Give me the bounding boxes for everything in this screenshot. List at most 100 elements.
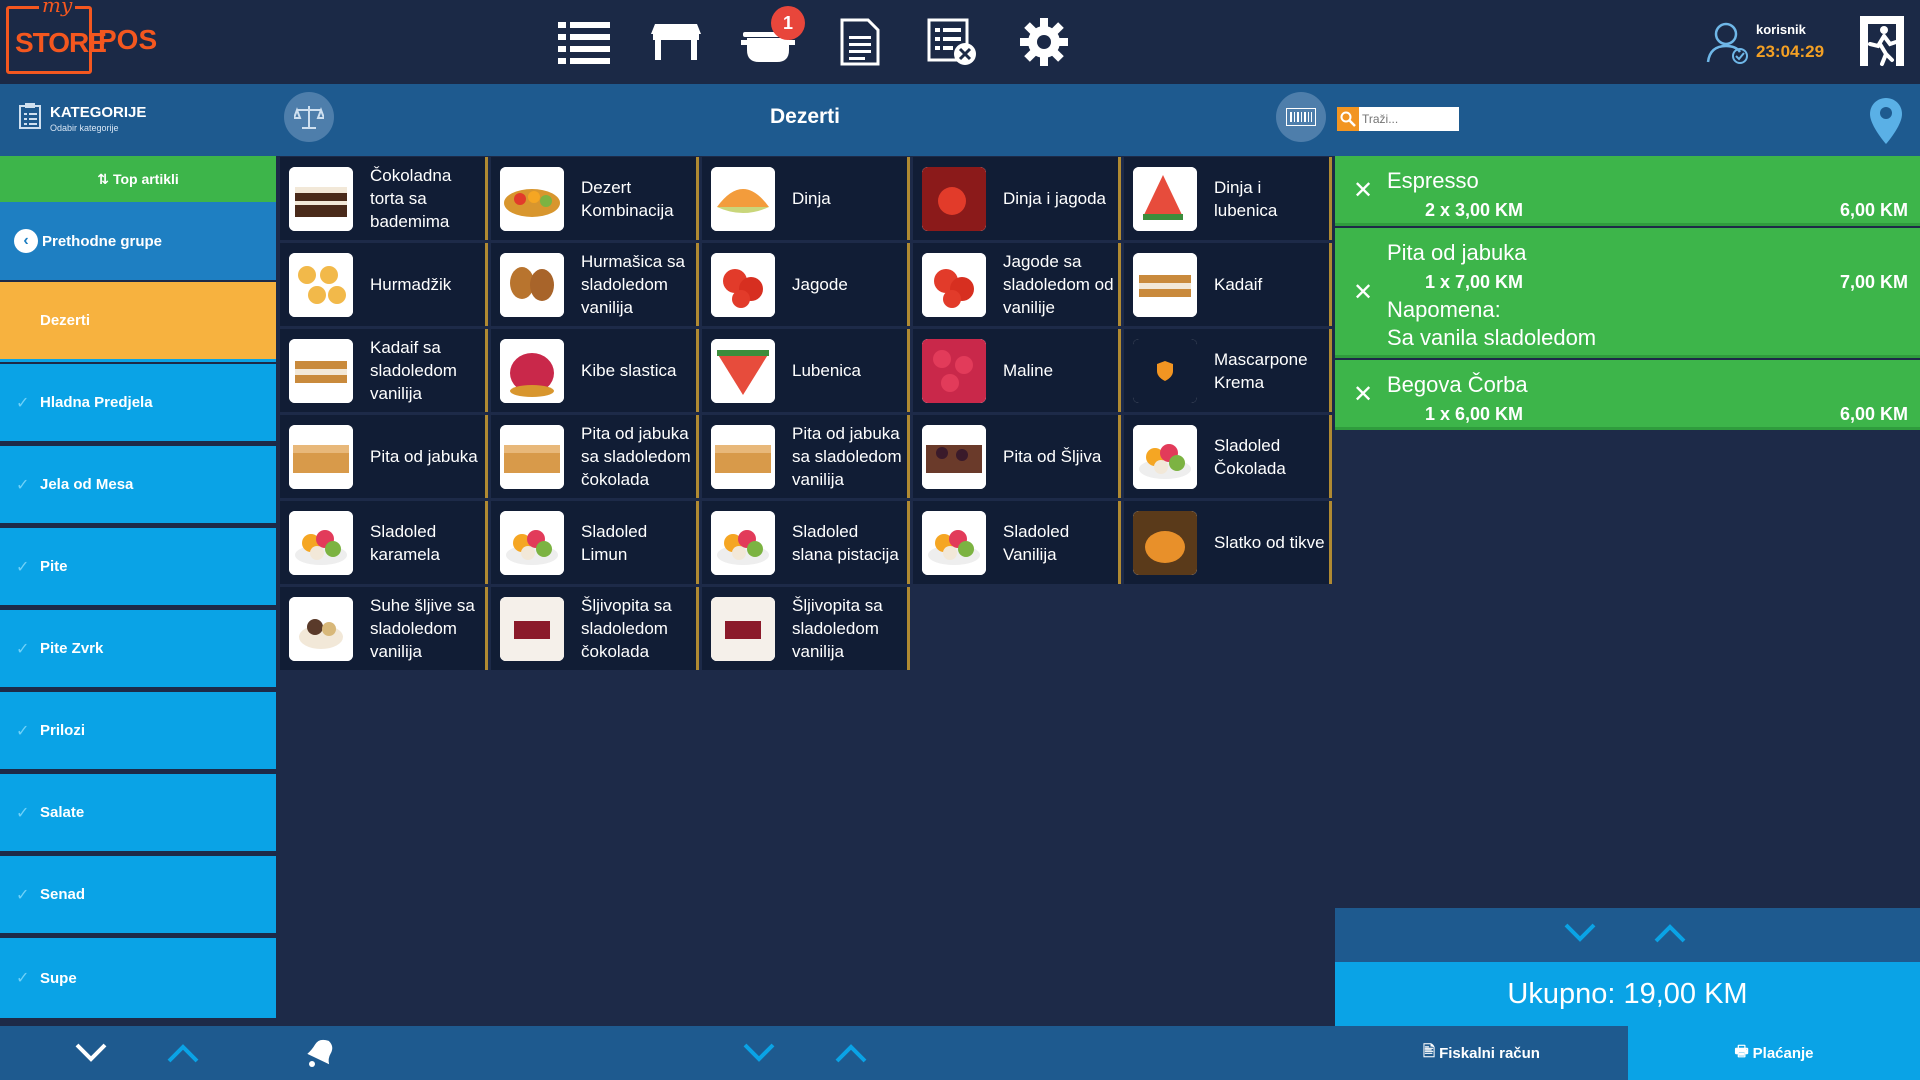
clock: 23:04:29: [1756, 42, 1825, 61]
category-supe[interactable]: ✓ Supe: [0, 938, 276, 1018]
chevron-up-icon[interactable]: [166, 1042, 200, 1069]
order-item[interactable]: ✕ Begova Čorba 1 x 6,00 KM 6,00 KM: [1335, 360, 1920, 430]
product-image: [922, 166, 986, 231]
product-tile[interactable]: Dinja: [702, 157, 910, 240]
order-item-qty: 1 x 7,00 KM: [1425, 272, 1524, 292]
scale-button[interactable]: [284, 92, 334, 142]
barcode-icon: [1286, 108, 1316, 126]
product-tile[interactable]: Slatko od tikve: [1124, 501, 1332, 584]
product-tile[interactable]: Kadaif: [1124, 243, 1332, 326]
product-tile[interactable]: Sladoled Vanilija: [913, 501, 1121, 584]
product-tile[interactable]: Maline: [913, 329, 1121, 412]
product-image: [1133, 510, 1197, 575]
product-tile[interactable]: Šljivopita sa sladoledom vanilija: [702, 587, 910, 670]
chevron-down-icon[interactable]: [742, 1042, 776, 1069]
check-icon: ✓: [16, 804, 30, 822]
payment-button[interactable]: 🖶 Plaćanje: [1628, 1026, 1920, 1080]
product-name: Šljivopita sa sladoledom čokolada: [581, 596, 672, 661]
check-icon: ✓: [16, 394, 30, 412]
product-tile[interactable]: Dinja i lubenica: [1124, 157, 1332, 240]
order-item[interactable]: ✕ Espresso 2 x 3,00 KM 6,00 KM: [1335, 156, 1920, 226]
exit-icon[interactable]: [1856, 14, 1908, 73]
gear-icon[interactable]: [1016, 14, 1072, 70]
product-tile[interactable]: Pita od jabuka sa sladoledom vanilija: [702, 415, 910, 498]
order-item-qty: 1 x 6,00 KM: [1425, 404, 1524, 424]
table-icon[interactable]: [648, 14, 704, 70]
order-item-price: 7,00 KM: [1839, 272, 1908, 292]
product-tile[interactable]: Jagode: [702, 243, 910, 326]
product-name: Pita od Šljiva: [1003, 447, 1102, 466]
product-tile[interactable]: Hurmašica sa sladoledom vanilija: [491, 243, 699, 326]
product-tile[interactable]: Suhe šljive sa sladoledom vanilija: [280, 587, 488, 670]
fiscal-receipt-button[interactable]: 🖹 Fiskalni račun: [1335, 1026, 1628, 1080]
order-item[interactable]: ✕ Pita od jabuka 1 x 7,00 KM 7,00 KM Nap…: [1335, 228, 1920, 358]
category-label: Supe: [40, 969, 77, 987]
category-pite[interactable]: ✓ Pite: [0, 528, 276, 608]
product-tile[interactable]: Mascarpone Krema: [1124, 329, 1332, 412]
product-image: [289, 252, 353, 317]
page-title: Dezerti: [769, 105, 841, 128]
product-image: [500, 338, 564, 403]
product-image: [922, 510, 986, 575]
product-tile[interactable]: Kibe slastica: [491, 329, 699, 412]
product-tile[interactable]: Kadaif sa sladoledom vanilija: [280, 329, 488, 412]
list-icon[interactable]: [556, 14, 612, 70]
category-dezerti[interactable]: Dezerti: [0, 282, 276, 362]
product-name: Jagode sa sladoledom od vanilije: [1003, 252, 1114, 317]
remove-icon[interactable]: ✕: [1353, 278, 1373, 307]
payment-icon: 🖶: [1734, 1042, 1749, 1060]
search-icon[interactable]: [1337, 107, 1359, 131]
remove-icon[interactable]: ✕: [1353, 176, 1373, 205]
category-hladna-predjela[interactable]: ✓ Hladna Predjela: [0, 364, 276, 444]
product-tile[interactable]: Pita od jabuka sa sladoledom čokolada: [491, 415, 699, 498]
product-tile[interactable]: Dezert Kombinacija: [491, 157, 699, 240]
product-image: [289, 424, 353, 489]
product-tile[interactable]: Hurmadžik: [280, 243, 488, 326]
chevron-up-icon[interactable]: [834, 1042, 868, 1069]
product-name: Kadaif sa sladoledom vanilija: [370, 338, 457, 403]
product-tile[interactable]: Čokoladna torta sa bademima: [280, 157, 488, 240]
product-tile[interactable]: Sladoled Čokolada: [1124, 415, 1332, 498]
product-tile[interactable]: Sladoled slana pistacija: [702, 501, 910, 584]
category-label: Senad: [40, 886, 86, 903]
product-image: [711, 424, 775, 489]
top-articles-button[interactable]: ⇅ Top artikli: [0, 156, 276, 202]
product-tile[interactable]: Pita od Šljiva: [913, 415, 1121, 498]
product-tile[interactable]: Sladoled karamela: [280, 501, 488, 584]
product-tile[interactable]: Sladoled Limun: [491, 501, 699, 584]
product-tile[interactable]: Lubenica: [702, 329, 910, 412]
category-prilozi[interactable]: ✓ Prilozi: [0, 692, 276, 772]
order-item-name: Pita od jabuka: [1387, 240, 1527, 265]
product-tile[interactable]: Jagode sa sladoledom od vanilije: [913, 243, 1121, 326]
product-tile[interactable]: Šljivopita sa sladoledom čokolada: [491, 587, 699, 670]
categories-subtitle: Odabir kategorije: [50, 123, 119, 133]
category-jela-od-mesa[interactable]: ✓ Jela od Mesa: [0, 446, 276, 526]
chevron-up-icon[interactable]: [1653, 922, 1687, 949]
search-input[interactable]: [1359, 108, 1455, 130]
product-image: [711, 252, 775, 317]
top-articles-label: Top artikli: [112, 171, 179, 187]
barcode-button[interactable]: [1276, 92, 1326, 142]
cancel-list-icon[interactable]: [924, 14, 980, 70]
product-name: Maline: [1003, 361, 1054, 380]
category-label: Dezerti: [40, 312, 91, 329]
chevron-down-icon[interactable]: [74, 1042, 108, 1069]
product-tile[interactable]: Dinja i jagoda: [913, 157, 1121, 240]
product-tile[interactable]: Pita od jabuka: [280, 415, 488, 498]
chevron-down-icon[interactable]: [1563, 922, 1597, 949]
category-salate[interactable]: ✓ Salate: [0, 774, 276, 854]
remove-icon[interactable]: ✕: [1353, 380, 1373, 409]
fiscal-receipt-label: Fiskalni račun: [1439, 1044, 1540, 1062]
categories-title: KATEGORIJE: [50, 104, 147, 121]
category-senad[interactable]: ✓ Senad: [0, 856, 276, 936]
location-pin-icon[interactable]: [1870, 98, 1902, 149]
category-label: Hladna Predjela: [40, 394, 153, 411]
bell-icon[interactable]: [302, 1034, 338, 1075]
previous-groups-button[interactable]: ‹ Prethodne grupe: [0, 202, 276, 280]
product-image: [922, 252, 986, 317]
category-pite-zvrk[interactable]: ✓ Pite Zvrk: [0, 610, 276, 690]
clipboard-icon: [18, 102, 42, 135]
category-sidebar: ⇅ Top artikli ‹ Prethodne grupe Dezerti ✓ H…: [0, 156, 276, 1026]
document-icon[interactable]: [832, 14, 888, 70]
product-name: Čokoladna torta sa bademima: [370, 166, 452, 231]
